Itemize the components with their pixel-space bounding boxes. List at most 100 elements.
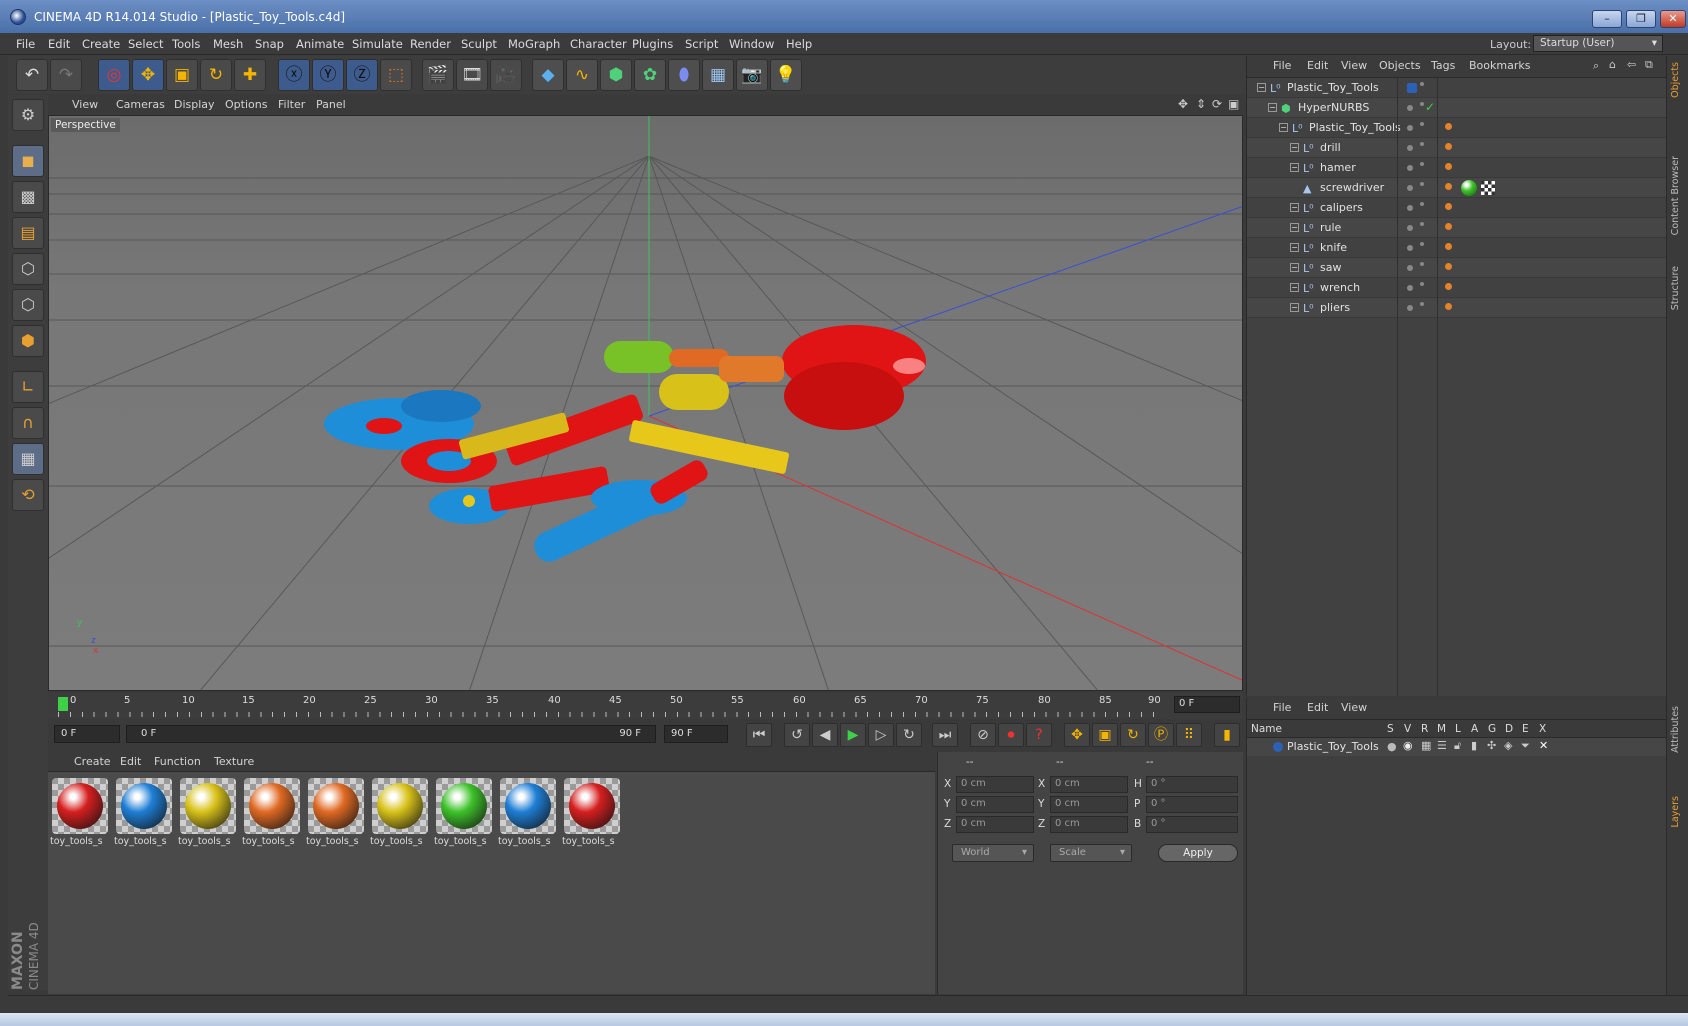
solo-toggle-icon[interactable]: ● <box>1387 740 1397 753</box>
phong-tag-icon[interactable] <box>1445 243 1452 250</box>
minimize-button[interactable]: – <box>1592 10 1622 28</box>
layer-col-deformers[interactable]: D <box>1505 723 1513 735</box>
layer-col-visible[interactable]: V <box>1404 723 1411 735</box>
next-frame-button[interactable]: ▷ <box>868 723 894 747</box>
prev-frame-button[interactable]: ◀ <box>812 723 838 747</box>
editor-visibility-dot[interactable] <box>1407 225 1413 231</box>
keyframe-selection-button[interactable]: ? <box>1026 723 1052 747</box>
render-visibility-dot[interactable] <box>1420 222 1424 226</box>
menu-snap[interactable]: Snap <box>255 37 284 51</box>
tab-structure[interactable]: Structure <box>1670 266 1686 310</box>
layer-col-animation[interactable]: A <box>1471 723 1478 735</box>
expand-toggle-icon[interactable]: − <box>1290 263 1299 272</box>
editor-visibility-dot[interactable] <box>1407 205 1413 211</box>
expand-toggle-icon[interactable]: − <box>1290 243 1299 252</box>
restore-button[interactable]: ❐ <box>1626 10 1656 28</box>
viewport-nav-move-icon[interactable]: ✥ <box>1178 97 1188 111</box>
points-mode-button[interactable]: ⬡ <box>12 253 44 285</box>
object-row[interactable]: − L⁰ wrench <box>1247 278 1667 298</box>
playhead-marker[interactable] <box>58 697 68 711</box>
polygons-mode-button[interactable]: ⬢ <box>12 325 44 357</box>
autokey-button[interactable]: ⏺ <box>998 723 1024 747</box>
render-view-button[interactable]: 🎬 <box>422 59 454 91</box>
create-tool-button[interactable]: ✚ <box>234 59 266 91</box>
render-visibility-dot[interactable] <box>1420 122 1424 126</box>
render-settings-button[interactable]: 🎥 <box>490 59 522 91</box>
rotation-b-field[interactable]: 0 ° <box>1146 816 1238 833</box>
object-name[interactable]: knife <box>1320 241 1347 254</box>
objects-menu-objects[interactable]: Objects <box>1379 59 1421 72</box>
z-axis-lock-button[interactable]: Ⓩ <box>346 59 378 91</box>
current-frame-display[interactable]: 0 F <box>1174 696 1240 713</box>
x-axis-lock-button[interactable]: ⓧ <box>278 59 310 91</box>
home-icon[interactable]: ⌂ <box>1609 58 1616 71</box>
tab-layers[interactable]: Layers <box>1670 796 1686 827</box>
add-array-button[interactable]: ✿ <box>634 59 666 91</box>
material-menu-texture[interactable]: Texture <box>214 755 254 768</box>
phong-tag-icon[interactable] <box>1445 123 1452 130</box>
goto-start-button[interactable]: ⏮ <box>746 723 772 747</box>
phong-tag-icon[interactable] <box>1445 263 1452 270</box>
editor-visibility-dot[interactable] <box>1407 185 1413 191</box>
phong-tag-icon[interactable] <box>1445 163 1452 170</box>
layer-name[interactable]: Plastic_Toy_Tools <box>1287 740 1379 753</box>
viewport-nav-zoom-icon[interactable]: ⇕ <box>1196 97 1206 111</box>
viewport-menu-view[interactable]: View <box>72 98 98 111</box>
menu-create[interactable]: Create <box>82 37 120 51</box>
layer-col-render[interactable]: R <box>1421 723 1428 735</box>
expression-icon[interactable]: ⏷ <box>1521 739 1530 753</box>
menu-render[interactable]: Render <box>410 37 451 51</box>
frame-range-slider[interactable]: 0 F 90 F <box>126 725 656 743</box>
move-tool-button[interactable]: ✥ <box>132 59 164 91</box>
enabled-check-icon[interactable]: ✓ <box>1425 100 1435 114</box>
material-swatch[interactable]: toy_tools_s <box>50 776 110 850</box>
material-swatch[interactable]: toy_tools_s <box>498 776 558 850</box>
material-swatch[interactable]: toy_tools_s <box>306 776 366 850</box>
objects-menu-tags[interactable]: Tags <box>1431 59 1455 72</box>
tab-content-browser[interactable]: Content Browser <box>1670 156 1686 235</box>
key-pla-button[interactable]: ⠿ <box>1176 723 1202 747</box>
object-row[interactable]: − L⁰ Plastic_Toy_Tools <box>1247 118 1667 138</box>
object-name[interactable]: rule <box>1320 221 1341 234</box>
viewport-menu-display[interactable]: Display <box>174 98 215 111</box>
expand-toggle-icon[interactable]: − <box>1290 223 1299 232</box>
material-tag-icon[interactable] <box>1461 180 1477 196</box>
layer-col-locked[interactable]: L <box>1455 723 1461 735</box>
model-mode-button[interactable]: ◼ <box>12 145 44 177</box>
planar-workplane-button[interactable]: ⟲ <box>12 479 44 511</box>
scale-tool-button[interactable]: ▣ <box>166 59 198 91</box>
menu-edit[interactable]: Edit <box>48 37 70 51</box>
phong-tag-icon[interactable] <box>1445 303 1452 310</box>
material-swatch[interactable]: toy_tools_s <box>434 776 494 850</box>
animation-icon[interactable]: ▮ <box>1471 739 1477 752</box>
render-picture-viewer-button[interactable]: 🎞 <box>456 59 488 91</box>
menu-script[interactable]: Script <box>685 37 718 51</box>
key-parameter-button[interactable]: Ⓟ <box>1148 723 1174 747</box>
layer-col-expressions[interactable]: E <box>1522 723 1529 735</box>
back-icon[interactable]: ⇦ <box>1627 58 1636 71</box>
tab-objects[interactable]: Objects <box>1670 62 1686 98</box>
object-name[interactable]: calipers <box>1320 201 1363 214</box>
layer-col-generators[interactable]: G <box>1488 723 1496 735</box>
object-row[interactable]: − L⁰ calipers <box>1247 198 1667 218</box>
visible-eye-icon[interactable]: ◉ <box>1403 739 1413 752</box>
object-name[interactable]: hamer <box>1320 161 1356 174</box>
timeline-window-button[interactable]: ▮ <box>1214 723 1240 747</box>
viewport-menu-filter[interactable]: Filter <box>278 98 305 111</box>
lock-icon[interactable]: 🔓︎ <box>1454 739 1461 753</box>
perspective-viewport[interactable]: Perspective y z x <box>48 115 1243 691</box>
object-row[interactable]: − L⁰ knife <box>1247 238 1667 258</box>
undo-button[interactable]: ↶ <box>16 59 48 91</box>
expand-toggle-icon[interactable]: − <box>1268 103 1277 112</box>
render-visibility-dot[interactable] <box>1420 282 1424 286</box>
render-visibility-dot[interactable] <box>1420 242 1424 246</box>
editor-visibility-dot[interactable] <box>1407 265 1413 271</box>
record-keys-button[interactable]: ⊘ <box>970 723 996 747</box>
objects-menu-bookmarks[interactable]: Bookmarks <box>1469 59 1530 72</box>
add-cube-button[interactable]: ◆ <box>532 59 564 91</box>
position-z-field[interactable]: 0 cm <box>956 816 1034 833</box>
xref-icon[interactable]: ✕ <box>1539 739 1548 752</box>
manager-icon[interactable]: ☰ <box>1437 739 1447 752</box>
phong-tag-icon[interactable] <box>1445 283 1452 290</box>
phong-tag-icon[interactable] <box>1445 143 1452 150</box>
